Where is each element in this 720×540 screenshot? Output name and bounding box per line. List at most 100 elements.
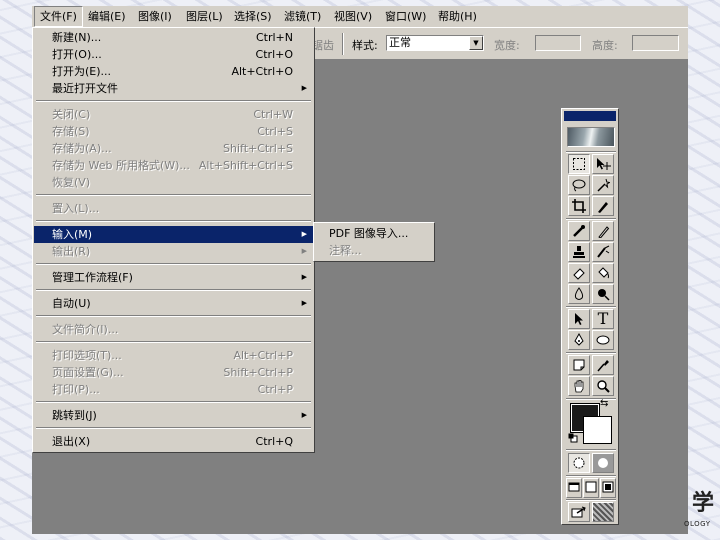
menu-item-label: 置入(L)...	[52, 202, 100, 215]
height-label: 高度:	[592, 39, 618, 52]
menu-item-close[interactable]: 关闭(C) Ctrl+W	[34, 106, 313, 123]
shortcut-label: Shift+Ctrl+P	[223, 366, 293, 379]
paint-bucket-tool-icon[interactable]	[592, 263, 614, 283]
menu-item-label: 最近打开文件	[52, 82, 118, 95]
height-field[interactable]	[632, 35, 679, 51]
eraser-tool-icon[interactable]	[568, 263, 590, 283]
menu-separator	[36, 315, 311, 317]
menu-item-file-info[interactable]: 文件简介(I)...	[34, 321, 313, 338]
move-tool-icon[interactable]	[592, 154, 614, 174]
menu-item-label: 新建(N)...	[52, 31, 102, 44]
background-color-swatch[interactable]	[583, 416, 612, 444]
menu-filter[interactable]: 滤镜(T)	[279, 7, 326, 26]
hand-tool-icon[interactable]	[568, 376, 590, 396]
menu-item-open-as[interactable]: 打开为(E)... Alt+Ctrl+O	[34, 63, 313, 80]
menu-item-save-for-web[interactable]: 存储为 Web 所用格式(W)... Alt+Shift+Ctrl+S	[34, 157, 313, 174]
menu-separator	[36, 220, 311, 222]
menu-item-print[interactable]: 打印(P)... Ctrl+P	[34, 381, 313, 398]
standard-screen-mode-icon[interactable]	[566, 478, 582, 498]
menu-item-label: 输入(M)	[52, 228, 93, 241]
menu-item-open[interactable]: 打开(O)... Ctrl+O	[34, 46, 313, 63]
shortcut-label: Alt+Shift+Ctrl+S	[198, 159, 293, 172]
logo-glyph: 学	[692, 490, 715, 516]
toolbox-palette: T ⇆	[561, 108, 619, 525]
pen-tool-icon[interactable]	[568, 330, 590, 350]
triangle-right-icon: ▶	[301, 411, 307, 419]
history-brush-tool-icon[interactable]	[592, 242, 614, 262]
zoom-tool-icon[interactable]	[592, 376, 614, 396]
marquee-tool-icon[interactable]	[568, 154, 590, 174]
toolbox-separator	[566, 499, 616, 501]
menu-item-label: PDF 图像导入...	[329, 227, 409, 240]
eyedropper-tool-icon[interactable]	[592, 355, 614, 375]
menu-separator	[36, 401, 311, 403]
style-dropdown[interactable]: 正常 ▼	[386, 35, 484, 51]
shape-tool-icon[interactable]	[592, 330, 614, 350]
menu-edit[interactable]: 编辑(E)	[83, 7, 131, 26]
clone-stamp-tool-icon[interactable]	[568, 242, 590, 262]
menu-separator	[36, 427, 311, 429]
slice-tool-icon[interactable]	[592, 196, 614, 216]
type-tool-icon[interactable]: T	[592, 309, 614, 329]
menu-item-save-as[interactable]: 存储为(A)... Shift+Ctrl+S	[34, 140, 313, 157]
logo-text: OLOGY	[684, 520, 711, 528]
menu-item-revert[interactable]: 恢复(V)	[34, 174, 313, 191]
triangle-right-icon: ▶	[301, 84, 307, 92]
brush-tool-icon[interactable]	[592, 221, 614, 241]
menu-window[interactable]: 窗口(W)	[380, 7, 431, 26]
shortcut-label: Alt+Ctrl+O	[231, 65, 293, 78]
menu-image[interactable]: 图像(I)	[133, 7, 177, 26]
menu-item-print-options[interactable]: 打印选项(T)... Alt+Ctrl+P	[34, 347, 313, 364]
crop-tool-icon[interactable]	[568, 196, 590, 216]
menu-item-pdf-image-import[interactable]: PDF 图像导入...	[315, 225, 433, 242]
menu-help[interactable]: 帮助(H)	[433, 7, 482, 26]
menu-item-export[interactable]: 输出(R) ▶	[34, 243, 313, 260]
width-label: 宽度:	[494, 39, 520, 52]
menu-item-import[interactable]: 输入(M) ▶	[34, 226, 313, 243]
chevron-down-icon[interactable]: ▼	[469, 36, 483, 50]
quick-mask-mode-icon[interactable]	[592, 453, 614, 473]
menu-item-new[interactable]: 新建(N)... Ctrl+N	[34, 29, 313, 46]
magic-wand-tool-icon[interactable]	[592, 175, 614, 195]
menu-item-exit[interactable]: 退出(X) Ctrl+Q	[34, 433, 313, 450]
menu-item-place[interactable]: 置入(L)...	[34, 200, 313, 217]
menu-item-label: 页面设置(G)...	[52, 366, 124, 379]
menu-bar: 文件(F) 编辑(E) 图像(I) 图层(L) 选择(S) 滤镜(T) 视图(V…	[32, 6, 688, 27]
menu-separator	[36, 194, 311, 196]
jump-to-imageready-icon[interactable]	[568, 502, 590, 522]
swap-colors-icon[interactable]: ⇆	[600, 399, 608, 409]
standard-mode-icon[interactable]	[568, 453, 590, 473]
menu-item-recent[interactable]: 最近打开文件 ▶	[34, 80, 313, 97]
menu-view[interactable]: 视图(V)	[329, 7, 377, 26]
dodge-tool-icon[interactable]	[592, 284, 614, 304]
menu-item-automate[interactable]: 自动(U) ▶	[34, 295, 313, 312]
menu-item-label: 打开为(E)...	[52, 65, 112, 78]
notes-tool-icon[interactable]	[568, 355, 590, 375]
path-selection-tool-icon[interactable]	[568, 309, 590, 329]
menu-file[interactable]: 文件(F)	[34, 6, 83, 27]
width-field[interactable]	[535, 35, 581, 51]
full-screen-mode-icon[interactable]	[600, 478, 616, 498]
default-colors-icon[interactable]	[568, 433, 578, 443]
menu-item-label: 文件简介(I)...	[52, 323, 119, 336]
menu-item-page-setup[interactable]: 页面设置(G)... Shift+Ctrl+P	[34, 364, 313, 381]
toolbox-title-bar[interactable]	[564, 111, 616, 121]
full-screen-menu-mode-icon[interactable]	[583, 478, 599, 498]
lasso-tool-icon[interactable]	[568, 175, 590, 195]
style-label: 样式:	[352, 39, 378, 52]
menu-item-save[interactable]: 存储(S) Ctrl+S	[34, 123, 313, 140]
blur-tool-icon[interactable]	[568, 284, 590, 304]
imageready-icon[interactable]	[592, 502, 614, 522]
menu-layer[interactable]: 图层(L)	[181, 7, 228, 26]
photoshop-logo-button[interactable]	[567, 127, 615, 147]
menu-item-label: 存储为 Web 所用格式(W)...	[52, 159, 190, 172]
triangle-right-icon: ▶	[301, 230, 307, 238]
healing-brush-tool-icon[interactable]	[568, 221, 590, 241]
menu-item-jump-to[interactable]: 跳转到(J) ▶	[34, 407, 313, 424]
toolbox-separator	[566, 151, 616, 153]
menu-item-workflow[interactable]: 管理工作流程(F) ▶	[34, 269, 313, 286]
shortcut-label: Ctrl+P	[257, 383, 293, 396]
menu-item-label: 管理工作流程(F)	[52, 271, 133, 284]
menu-item-annotations[interactable]: 注释...	[315, 242, 433, 259]
menu-select[interactable]: 选择(S)	[229, 7, 277, 26]
